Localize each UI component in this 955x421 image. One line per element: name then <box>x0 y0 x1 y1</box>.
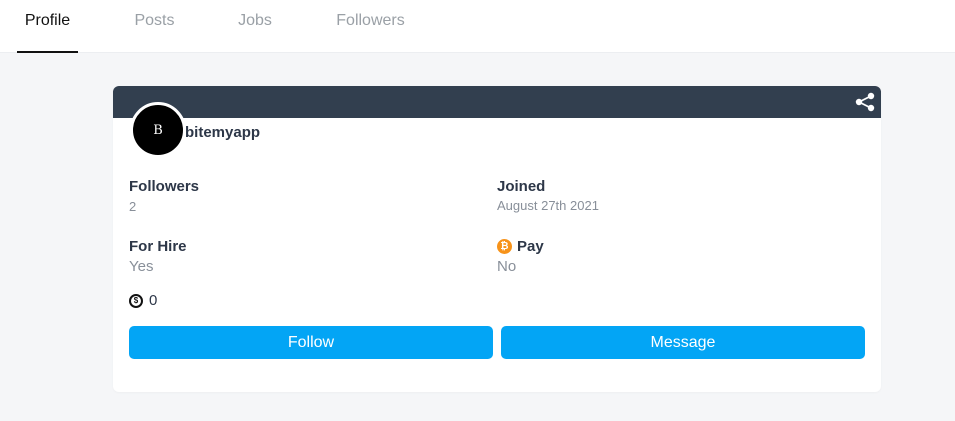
pay-label: ₿ Pay <box>497 238 544 255</box>
tab-followers-label: Followers <box>336 12 405 29</box>
tab-profile-label: Profile <box>24 12 71 29</box>
share-icon[interactable] <box>854 92 876 112</box>
tab-jobs[interactable]: Jobs <box>225 0 285 53</box>
credit-coin-icon: $ <box>129 293 143 308</box>
tab-profile[interactable]: Profile <box>17 0 78 53</box>
username: bitemyapp <box>185 124 261 141</box>
tab-followers[interactable]: Followers <box>324 0 417 53</box>
for-hire-label: For Hire <box>129 238 187 255</box>
profile-card: B bitemyapp Followers 2 Joined August 27… <box>113 86 881 392</box>
followers-label: Followers <box>129 178 200 195</box>
joined-label: Joined <box>497 178 546 195</box>
joined-date: August 27th 2021 <box>497 198 599 213</box>
pay-label-text: Pay <box>517 238 544 255</box>
for-hire-value: Yes <box>129 258 154 275</box>
top-navigation: Profile Posts Jobs Followers <box>0 0 955 53</box>
tab-jobs-label: Jobs <box>238 12 272 29</box>
message-button[interactable]: Message <box>501 326 865 359</box>
bitcoin-icon: ₿ <box>497 239 512 254</box>
avatar[interactable]: B <box>130 102 186 158</box>
followers-count: 2 <box>129 199 137 214</box>
follow-button[interactable]: Follow <box>129 326 493 359</box>
avatar-initial: B <box>153 122 163 138</box>
credits-value: 0 <box>149 292 158 309</box>
credits: $ 0 <box>129 292 157 309</box>
pay-value: No <box>497 258 517 275</box>
active-tab-indicator <box>17 51 78 53</box>
tab-posts[interactable]: Posts <box>121 0 188 53</box>
profile-banner <box>113 86 881 118</box>
tab-posts-label: Posts <box>134 12 175 29</box>
